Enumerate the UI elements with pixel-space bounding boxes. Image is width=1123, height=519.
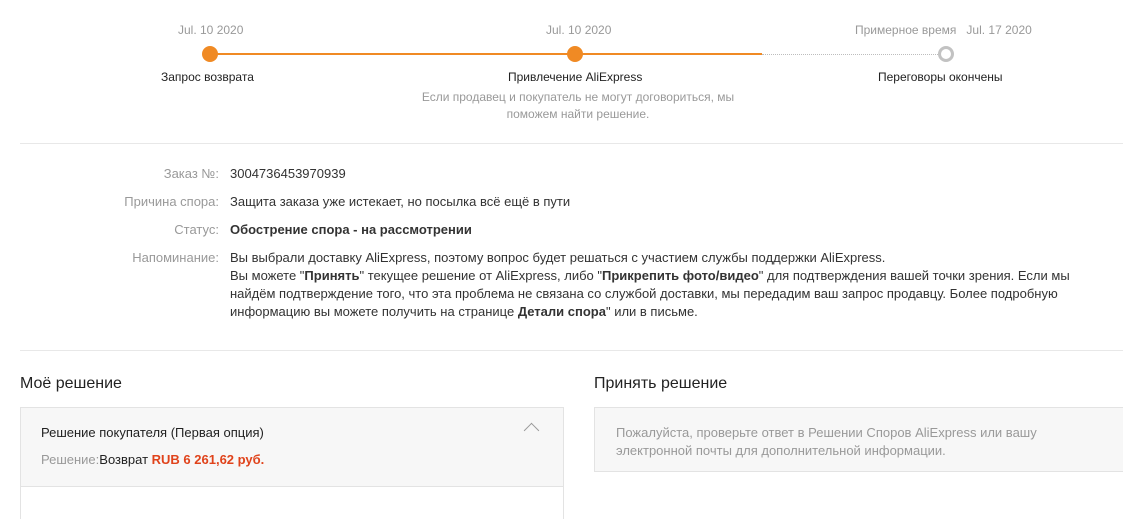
step1-date: Jul. 10 2020 bbox=[178, 23, 244, 37]
reminder-paragraph: Вы можете "Принять" текущее решение от A… bbox=[230, 267, 1110, 321]
accept-keyword: Принять bbox=[304, 268, 360, 283]
step2-label: Привлечение AliExpress bbox=[508, 70, 643, 84]
reminder-label: Напоминание: bbox=[132, 250, 219, 265]
step1-dot bbox=[202, 46, 218, 62]
attach-keyword: Прикрепить фото/видео bbox=[602, 268, 759, 283]
step3-dot bbox=[938, 46, 954, 62]
step2-note: Если продавец и покупатель не могут дого… bbox=[421, 90, 735, 121]
buyer-solution-card: Решение покупателя (Первая опция) Решени… bbox=[20, 407, 564, 519]
divider bbox=[20, 350, 1123, 351]
divider bbox=[20, 143, 1123, 144]
timeline-progress-line bbox=[210, 53, 762, 55]
step3-date: Примерное время Jul. 17 2020 bbox=[855, 23, 1032, 37]
step3-date-value: Jul. 17 2020 bbox=[966, 23, 1032, 37]
my-decision-title: Моё решение bbox=[20, 375, 122, 392]
accept-decision-title: Принять решение bbox=[594, 375, 728, 392]
accept-decision-message: Пожалуйста, проверьте ответ в Решении Сп… bbox=[616, 425, 1037, 458]
buyer-solution-header[interactable]: Решение покупателя (Первая опция) Решени… bbox=[21, 408, 563, 487]
dispute-timeline: Jul. 10 2020 Запрос возврата Jul. 10 202… bbox=[0, 0, 1123, 130]
accept-decision-card: Пожалуйста, проверьте ответ в Решении Сп… bbox=[594, 407, 1123, 472]
refund-amount: RUB 6 261,62 руб. bbox=[151, 452, 265, 467]
step2-date: Jul. 10 2020 bbox=[546, 23, 612, 37]
order-number: 3004736453970939 bbox=[230, 166, 346, 181]
status-value: Обострение спора - на рассмотрении bbox=[230, 222, 472, 237]
reminder-line1: Вы выбрали доставку AliExpress, поэтому … bbox=[230, 250, 886, 265]
chevron-up-icon[interactable] bbox=[523, 422, 540, 439]
reminder-part: " или в письме. bbox=[605, 304, 698, 319]
solution-label: Решение: bbox=[41, 452, 100, 467]
buyer-solution-title: Решение покупателя (Первая опция) bbox=[41, 425, 264, 440]
reason-label: Причина спора: bbox=[124, 194, 219, 209]
reminder-part: Вы можете " bbox=[230, 268, 305, 283]
status-label: Статус: bbox=[174, 222, 219, 237]
reason-value: Защита заказа уже истекает, но посылка в… bbox=[230, 194, 571, 209]
dispute-details-link[interactable]: Детали спора bbox=[518, 304, 606, 319]
solution-line: Решение:Возврат RUB 6 261,62 руб. bbox=[41, 452, 264, 467]
reminder-part: " текущее решение от AliExpress, либо " bbox=[359, 268, 603, 283]
timeline-pending-line bbox=[762, 54, 940, 55]
solution-action: Возврат bbox=[99, 452, 152, 467]
order-label: Заказ №: bbox=[163, 166, 219, 181]
step2-dot bbox=[567, 46, 583, 62]
step3-date-prefix: Примерное время bbox=[855, 23, 957, 37]
step1-label: Запрос возврата bbox=[161, 70, 254, 84]
reminder-text: Вы выбрали доставку AliExpress, поэтому … bbox=[230, 249, 1110, 321]
step3-label: Переговоры окончены bbox=[878, 70, 1003, 84]
